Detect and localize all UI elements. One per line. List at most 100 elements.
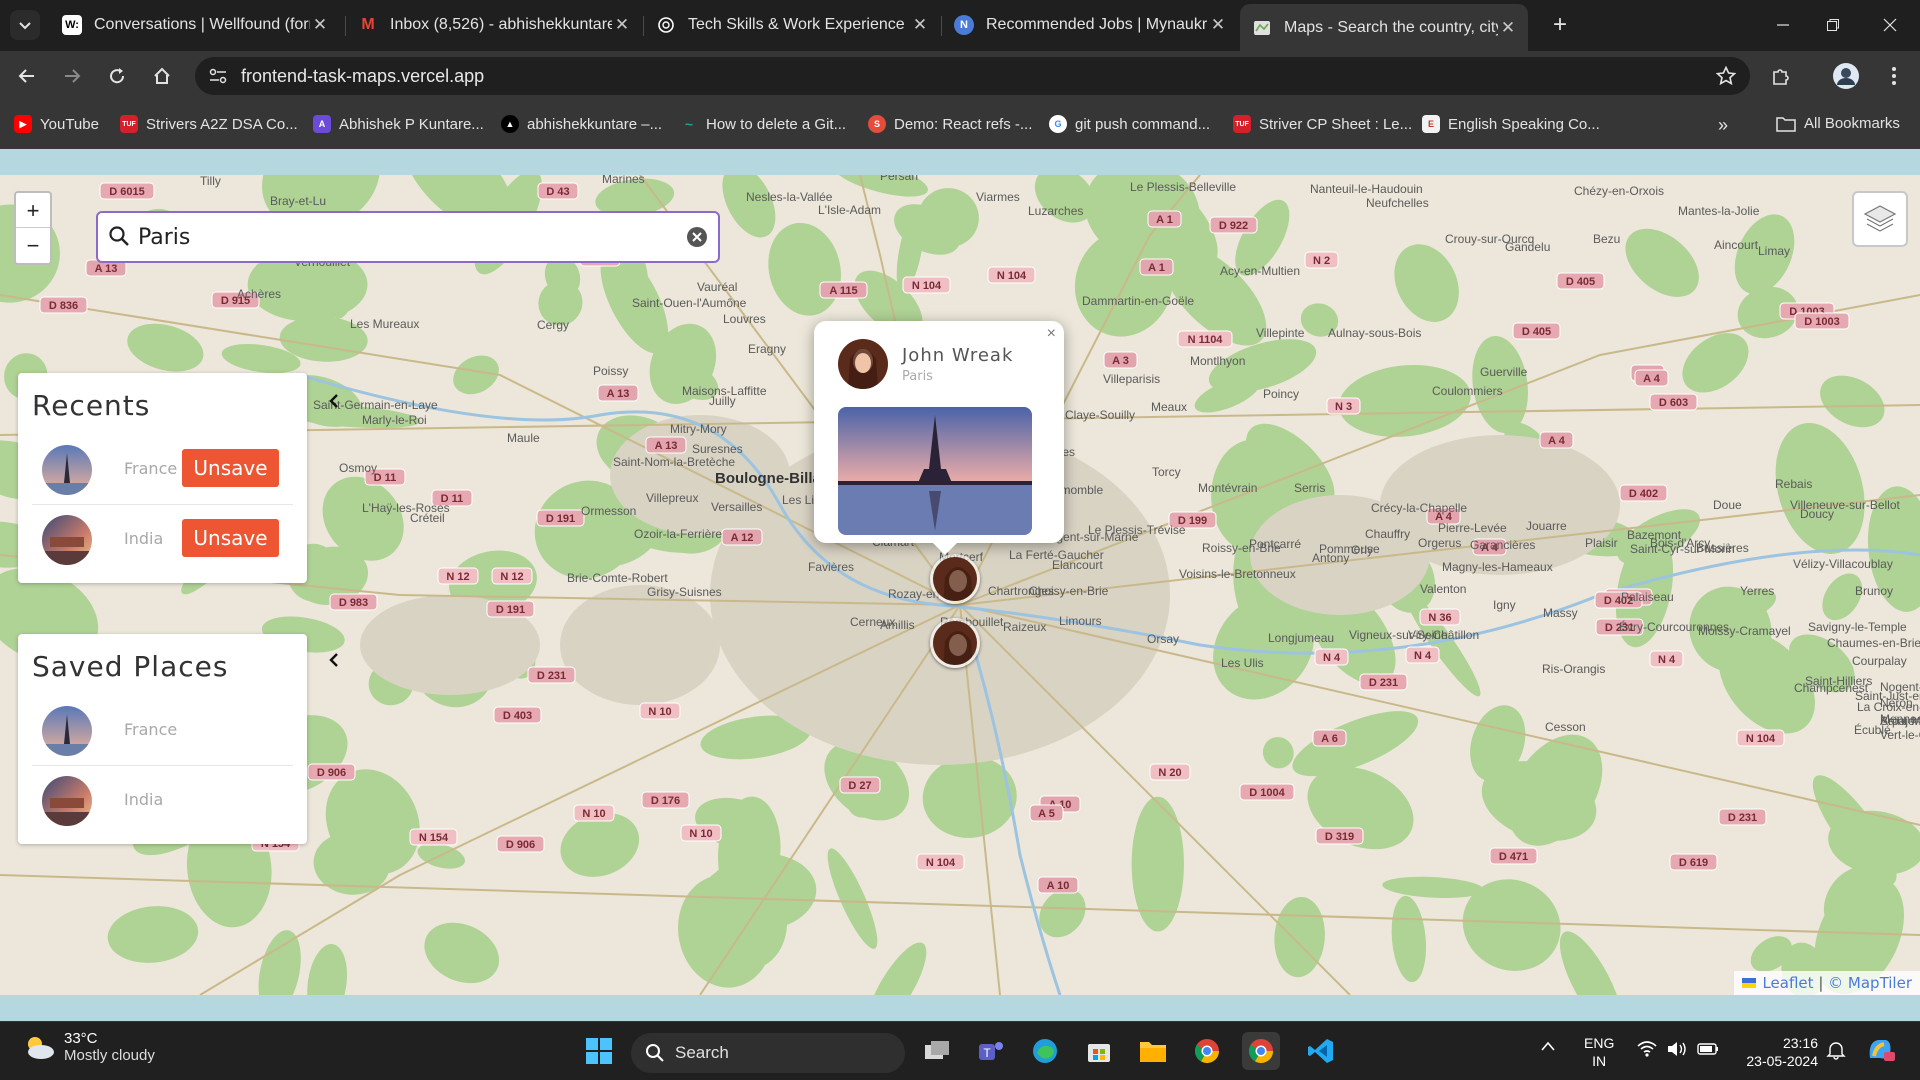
- copilot-button[interactable]: [1864, 1034, 1896, 1068]
- place-label: Savigny-le-Temple: [1808, 620, 1907, 634]
- home-button[interactable]: [146, 60, 178, 92]
- leaflet-flag-icon: [1742, 978, 1757, 988]
- star-icon[interactable]: [1716, 66, 1736, 86]
- battery-status[interactable]: [1696, 1040, 1720, 1062]
- edge-button[interactable]: [1026, 1032, 1064, 1070]
- collapse-saved-button[interactable]: [322, 646, 346, 674]
- place-name: India: [124, 529, 164, 548]
- task-view-button[interactable]: [918, 1032, 956, 1070]
- unsave-button[interactable]: Unsave: [182, 519, 279, 557]
- close-window-button[interactable]: [1870, 8, 1910, 42]
- vercel-icon: ▲: [501, 115, 519, 133]
- bookmark-english-speaking[interactable]: E English Speaking Co...: [1422, 115, 1600, 133]
- volume-control[interactable]: [1666, 1040, 1688, 1062]
- bookmark-react-refs[interactable]: S Demo: React refs -...: [868, 115, 1032, 133]
- place-label: Suresnes: [692, 442, 743, 456]
- extensions-button[interactable]: [1765, 60, 1797, 92]
- close-tab-icon[interactable]: ✕: [612, 15, 632, 35]
- tab-maps[interactable]: Maps - Search the country, city ✕: [1240, 4, 1528, 51]
- restore-button[interactable]: [1813, 8, 1853, 42]
- bookmark-git-delete[interactable]: ~ How to delete a Git...: [680, 115, 846, 133]
- close-tab-icon[interactable]: ✕: [910, 15, 930, 35]
- road-shield: D 906: [496, 835, 545, 853]
- place-label: Versailles: [711, 500, 762, 514]
- forward-button[interactable]: [56, 60, 88, 92]
- list-item[interactable]: India: [32, 766, 293, 836]
- place-label: Les Ulis: [1221, 656, 1264, 670]
- layers-button[interactable]: [1852, 191, 1908, 247]
- chrome-profile-button[interactable]: [1242, 1032, 1280, 1070]
- bookmark-vercel[interactable]: ▲ abhishekkuntare –...: [501, 115, 662, 133]
- place-label: Marines: [602, 175, 645, 186]
- bookmark-striver-cp[interactable]: TUF Striver CP Sheet : Le...: [1233, 115, 1412, 133]
- zoom-out-button[interactable]: −: [16, 228, 50, 263]
- clear-search-icon[interactable]: [686, 226, 708, 248]
- place-label: Mitry-Mory: [670, 422, 727, 436]
- bookmark-abhishek[interactable]: A Abhishek P Kuntare...: [313, 115, 484, 133]
- vscode-button[interactable]: [1302, 1032, 1340, 1070]
- maptiler-link[interactable]: © MapTiler: [1828, 974, 1912, 992]
- unsave-button[interactable]: Unsave: [182, 449, 279, 487]
- teams-button[interactable]: T: [972, 1032, 1010, 1070]
- road-shield: N 4: [1314, 648, 1349, 666]
- browser-menu-button[interactable]: [1878, 60, 1910, 92]
- address-bar[interactable]: frontend-task-maps.vercel.app: [195, 57, 1750, 95]
- place-label: Viarmes: [976, 190, 1020, 204]
- clock[interactable]: 23:16 23-05-2024: [1738, 1034, 1818, 1070]
- marker-popup: × John Wreak Paris: [814, 321, 1064, 555]
- all-bookmarks-button[interactable]: All Bookmarks: [1776, 115, 1900, 132]
- bookmark-youtube[interactable]: ▶ YouTube: [14, 115, 99, 133]
- wellfound-icon: W:: [62, 15, 82, 35]
- tab-wellfound[interactable]: W: Conversations | Wellfound (form ✕: [50, 6, 340, 44]
- search-input[interactable]: [136, 221, 676, 253]
- tab-gmail[interactable]: M Inbox (8,526) - abhishekkuntare ✕: [346, 6, 642, 44]
- minimize-button[interactable]: [1763, 8, 1803, 42]
- show-hidden-icons-button[interactable]: [1540, 1038, 1556, 1056]
- store-button[interactable]: [1080, 1032, 1118, 1070]
- taskbar-search[interactable]: Search: [631, 1033, 905, 1073]
- list-item[interactable]: France Unsave: [32, 435, 293, 505]
- reload-button[interactable]: [101, 60, 133, 92]
- restore-icon: [1827, 19, 1839, 31]
- map-view[interactable]: D 6015D 43D 14A 115N 104N 104A 1A 1D 922…: [0, 175, 1920, 995]
- tab-title: Recommended Jobs | Mynaukri: [986, 16, 1208, 33]
- place-label: Meaux: [1151, 400, 1187, 414]
- list-item[interactable]: India Unsave: [32, 505, 293, 575]
- language-indicator[interactable]: ENG IN: [1584, 1034, 1614, 1070]
- svg-text:T: T: [983, 1046, 991, 1060]
- bookmark-git-push[interactable]: G git push command...: [1049, 115, 1210, 133]
- start-button[interactable]: [580, 1032, 618, 1070]
- profile-avatar[interactable]: [1830, 60, 1862, 92]
- new-tab-button[interactable]: +: [1545, 10, 1575, 40]
- map-marker[interactable]: [930, 554, 980, 604]
- tab-search-button[interactable]: [10, 10, 40, 40]
- folder-icon: [1140, 1042, 1166, 1062]
- collapse-recents-button[interactable]: [322, 387, 346, 415]
- close-tab-icon[interactable]: ✕: [1498, 18, 1518, 38]
- list-item[interactable]: France: [32, 696, 293, 766]
- place-label: Orgerus: [1418, 536, 1461, 550]
- leaflet-link[interactable]: Leaflet: [1762, 974, 1813, 992]
- more-bookmarks-button[interactable]: »: [1718, 115, 1728, 136]
- back-button[interactable]: [11, 60, 43, 92]
- map-marker[interactable]: [930, 618, 980, 668]
- network-status[interactable]: [1636, 1040, 1658, 1062]
- file-explorer-button[interactable]: [1134, 1032, 1172, 1070]
- road-shield: N 2: [1304, 251, 1339, 269]
- close-tab-icon[interactable]: ✕: [1208, 15, 1228, 35]
- zoom-in-button[interactable]: +: [16, 193, 50, 228]
- place-label: Achères: [237, 287, 281, 301]
- popup-close-button[interactable]: ×: [1047, 325, 1056, 343]
- notifications-button[interactable]: [1826, 1040, 1846, 1064]
- road-shield-label: D 319: [1325, 831, 1354, 843]
- chrome-button[interactable]: [1188, 1032, 1226, 1070]
- tab-naukri[interactable]: N Recommended Jobs | Mynaukri ✕: [942, 6, 1238, 44]
- road-shield: A 6: [1312, 729, 1347, 747]
- tab-chatgpt[interactable]: Tech Skills & Work Experience ✕: [644, 6, 940, 44]
- road-shield: A 13: [597, 384, 639, 402]
- place-label: Vert-le-Grand: [1880, 728, 1920, 742]
- weather-widget[interactable]: 33°C Mostly cloudy: [22, 1030, 155, 1064]
- bookmark-strivers-a2z[interactable]: TUF Strivers A2Z DSA Co...: [120, 115, 298, 133]
- close-tab-icon[interactable]: ✕: [310, 15, 330, 35]
- site-info-icon[interactable]: [209, 68, 227, 84]
